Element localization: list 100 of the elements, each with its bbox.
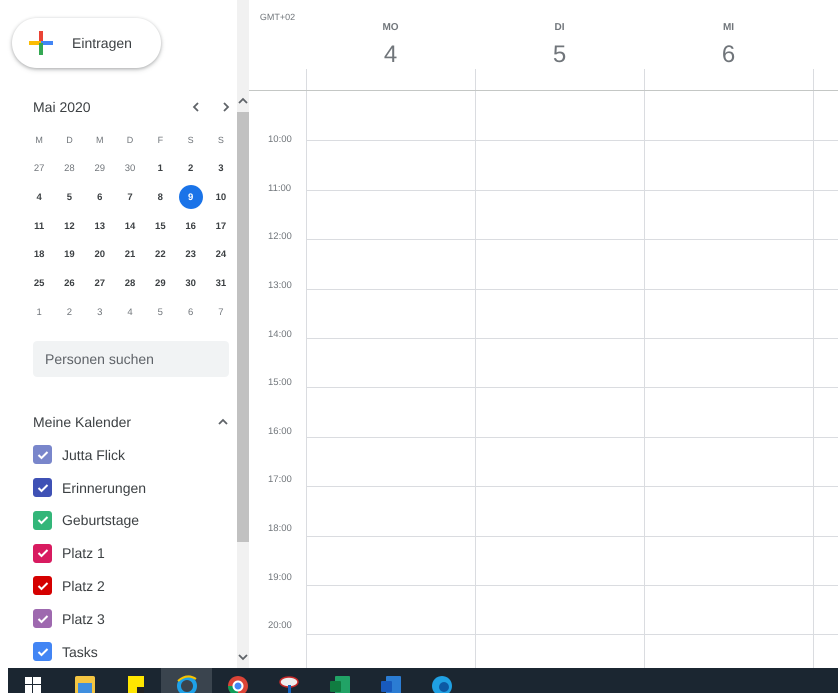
calendar-day[interactable]: 1 (148, 156, 172, 181)
calendar-name: Platz 1 (62, 545, 105, 562)
calendar-name: Jutta Flick (62, 446, 126, 463)
hour-label: 17:00 (267, 473, 293, 488)
calendar-day[interactable]: 21 (118, 242, 142, 267)
browser-icon (430, 675, 452, 693)
calendar-day[interactable]: 13 (88, 214, 112, 238)
weekday-label: D (65, 134, 74, 148)
check-icon (36, 448, 48, 461)
calendar-day[interactable]: 6 (178, 300, 203, 324)
check-icon (36, 547, 48, 560)
calendar-day[interactable]: 27 (88, 272, 112, 296)
calendar-day[interactable]: 22 (148, 242, 172, 267)
weekday-label: MO (382, 22, 399, 33)
satellite-dish-icon (278, 675, 300, 693)
calendar-checkbox[interactable] (33, 445, 52, 464)
calendar-checkbox[interactable] (33, 642, 52, 662)
calendar-day[interactable]: 1 (27, 300, 52, 324)
calendar-day[interactable]: 8 (148, 185, 172, 210)
calendar-day[interactable]: 3 (208, 156, 233, 181)
calendar-day[interactable]: 12 (57, 214, 82, 238)
calendar-checkbox[interactable] (33, 478, 52, 498)
calendar-name: Platz 2 (62, 578, 105, 594)
calendar-day[interactable]: 17 (208, 214, 233, 238)
calendar-day[interactable]: 2 (178, 156, 203, 181)
browser-icon (176, 675, 198, 693)
hour-label: 15:00 (267, 376, 293, 390)
calendar-day[interactable]: 11 (27, 214, 52, 238)
calendar-checkbox[interactable] (33, 510, 52, 530)
timezone-label: GMT+02 (258, 11, 296, 24)
hour-label: 13:00 (267, 278, 293, 293)
weekday-label: M (34, 134, 44, 148)
hour-label: 16:00 (267, 424, 293, 439)
calendar-day[interactable]: 25 (27, 272, 52, 296)
my-calendars-header[interactable]: Meine Kalender (33, 414, 229, 430)
hour-label: 12:00 (267, 230, 293, 244)
weekday-label: F (156, 134, 164, 148)
calendar-day[interactable]: 31 (208, 272, 233, 296)
create-button[interactable]: Eintragen (12, 18, 161, 68)
taskbar-button[interactable] (161, 668, 212, 693)
calendar-day[interactable]: 16 (178, 214, 203, 238)
calendar-day[interactable]: 4 (27, 185, 52, 210)
date-number[interactable]: 5 (552, 41, 566, 69)
calendar-day[interactable]: 15 (148, 214, 172, 238)
browser-icon (226, 675, 248, 693)
hour-label: 19:00 (267, 570, 293, 585)
calendar-day[interactable]: 29 (148, 272, 172, 296)
calendar-day[interactable]: 20 (88, 242, 112, 267)
people-search-field[interactable]: Personen suchen (33, 340, 229, 378)
scrollbar-thumb[interactable] (237, 112, 249, 542)
check-icon (36, 612, 48, 625)
calendar-name: Tasks (62, 644, 98, 660)
calendar-day[interactable]: 24 (208, 242, 233, 267)
calendar-checkbox[interactable] (33, 609, 52, 628)
calendar-day[interactable]: 6 (88, 185, 112, 210)
check-icon (36, 646, 48, 658)
calendar-day[interactable]: 10 (208, 185, 233, 210)
weekday-label: S (186, 134, 195, 148)
calendar-day[interactable]: 30 (118, 156, 142, 181)
folder-icon (74, 675, 96, 693)
weekday-label: MI (722, 22, 734, 33)
calendar-day[interactable]: 26 (57, 272, 82, 296)
date-number[interactable]: 4 (384, 41, 398, 69)
calendar-day[interactable]: 5 (57, 185, 82, 210)
plus-icon (28, 30, 54, 56)
calendar-day[interactable]: 3 (88, 300, 112, 324)
hour-label: 14:00 (267, 328, 293, 342)
calendar-day[interactable]: 30 (178, 272, 203, 296)
weekday-label: M (94, 134, 104, 148)
calendar-day[interactable]: 14 (118, 214, 142, 238)
calendar-day[interactable]: 7 (118, 185, 142, 210)
calendar-name: Erinnerungen (62, 480, 146, 496)
calendar-day[interactable]: 29 (88, 156, 112, 181)
calendar-day[interactable]: 7 (208, 300, 233, 324)
calendar-day[interactable]: 19 (57, 242, 82, 267)
month-title: Mai 2020 (33, 98, 92, 115)
calendar-checkbox[interactable] (33, 576, 52, 596)
document-icon (380, 675, 402, 693)
calendar-day[interactable]: 18 (27, 242, 52, 267)
check-icon (36, 514, 48, 526)
calendar-name: Platz 3 (62, 610, 105, 627)
spreadsheet-icon (328, 675, 350, 693)
weekday-label: S (216, 134, 225, 148)
calendar-day[interactable]: 2 (57, 300, 82, 324)
calendar-day[interactable]: 23 (178, 242, 203, 267)
calendar-day[interactable]: 5 (148, 300, 172, 324)
calendar-name: Geburtstage (62, 512, 140, 528)
calendar-day[interactable]: 27 (27, 156, 52, 181)
calendar-day[interactable]: 28 (118, 272, 142, 296)
calendar-day[interactable]: 28 (57, 156, 82, 181)
weekday-label: D (126, 134, 134, 148)
hour-label: 18:00 (267, 522, 293, 536)
check-icon (36, 482, 48, 494)
check-icon (36, 580, 48, 592)
weekday-label: DI (554, 22, 564, 33)
hour-label: 20:00 (267, 619, 293, 634)
calendar-day[interactable]: 9 (178, 185, 203, 210)
date-number[interactable]: 6 (722, 41, 736, 69)
calendar-day[interactable]: 4 (118, 300, 142, 324)
calendar-checkbox[interactable] (33, 544, 52, 563)
